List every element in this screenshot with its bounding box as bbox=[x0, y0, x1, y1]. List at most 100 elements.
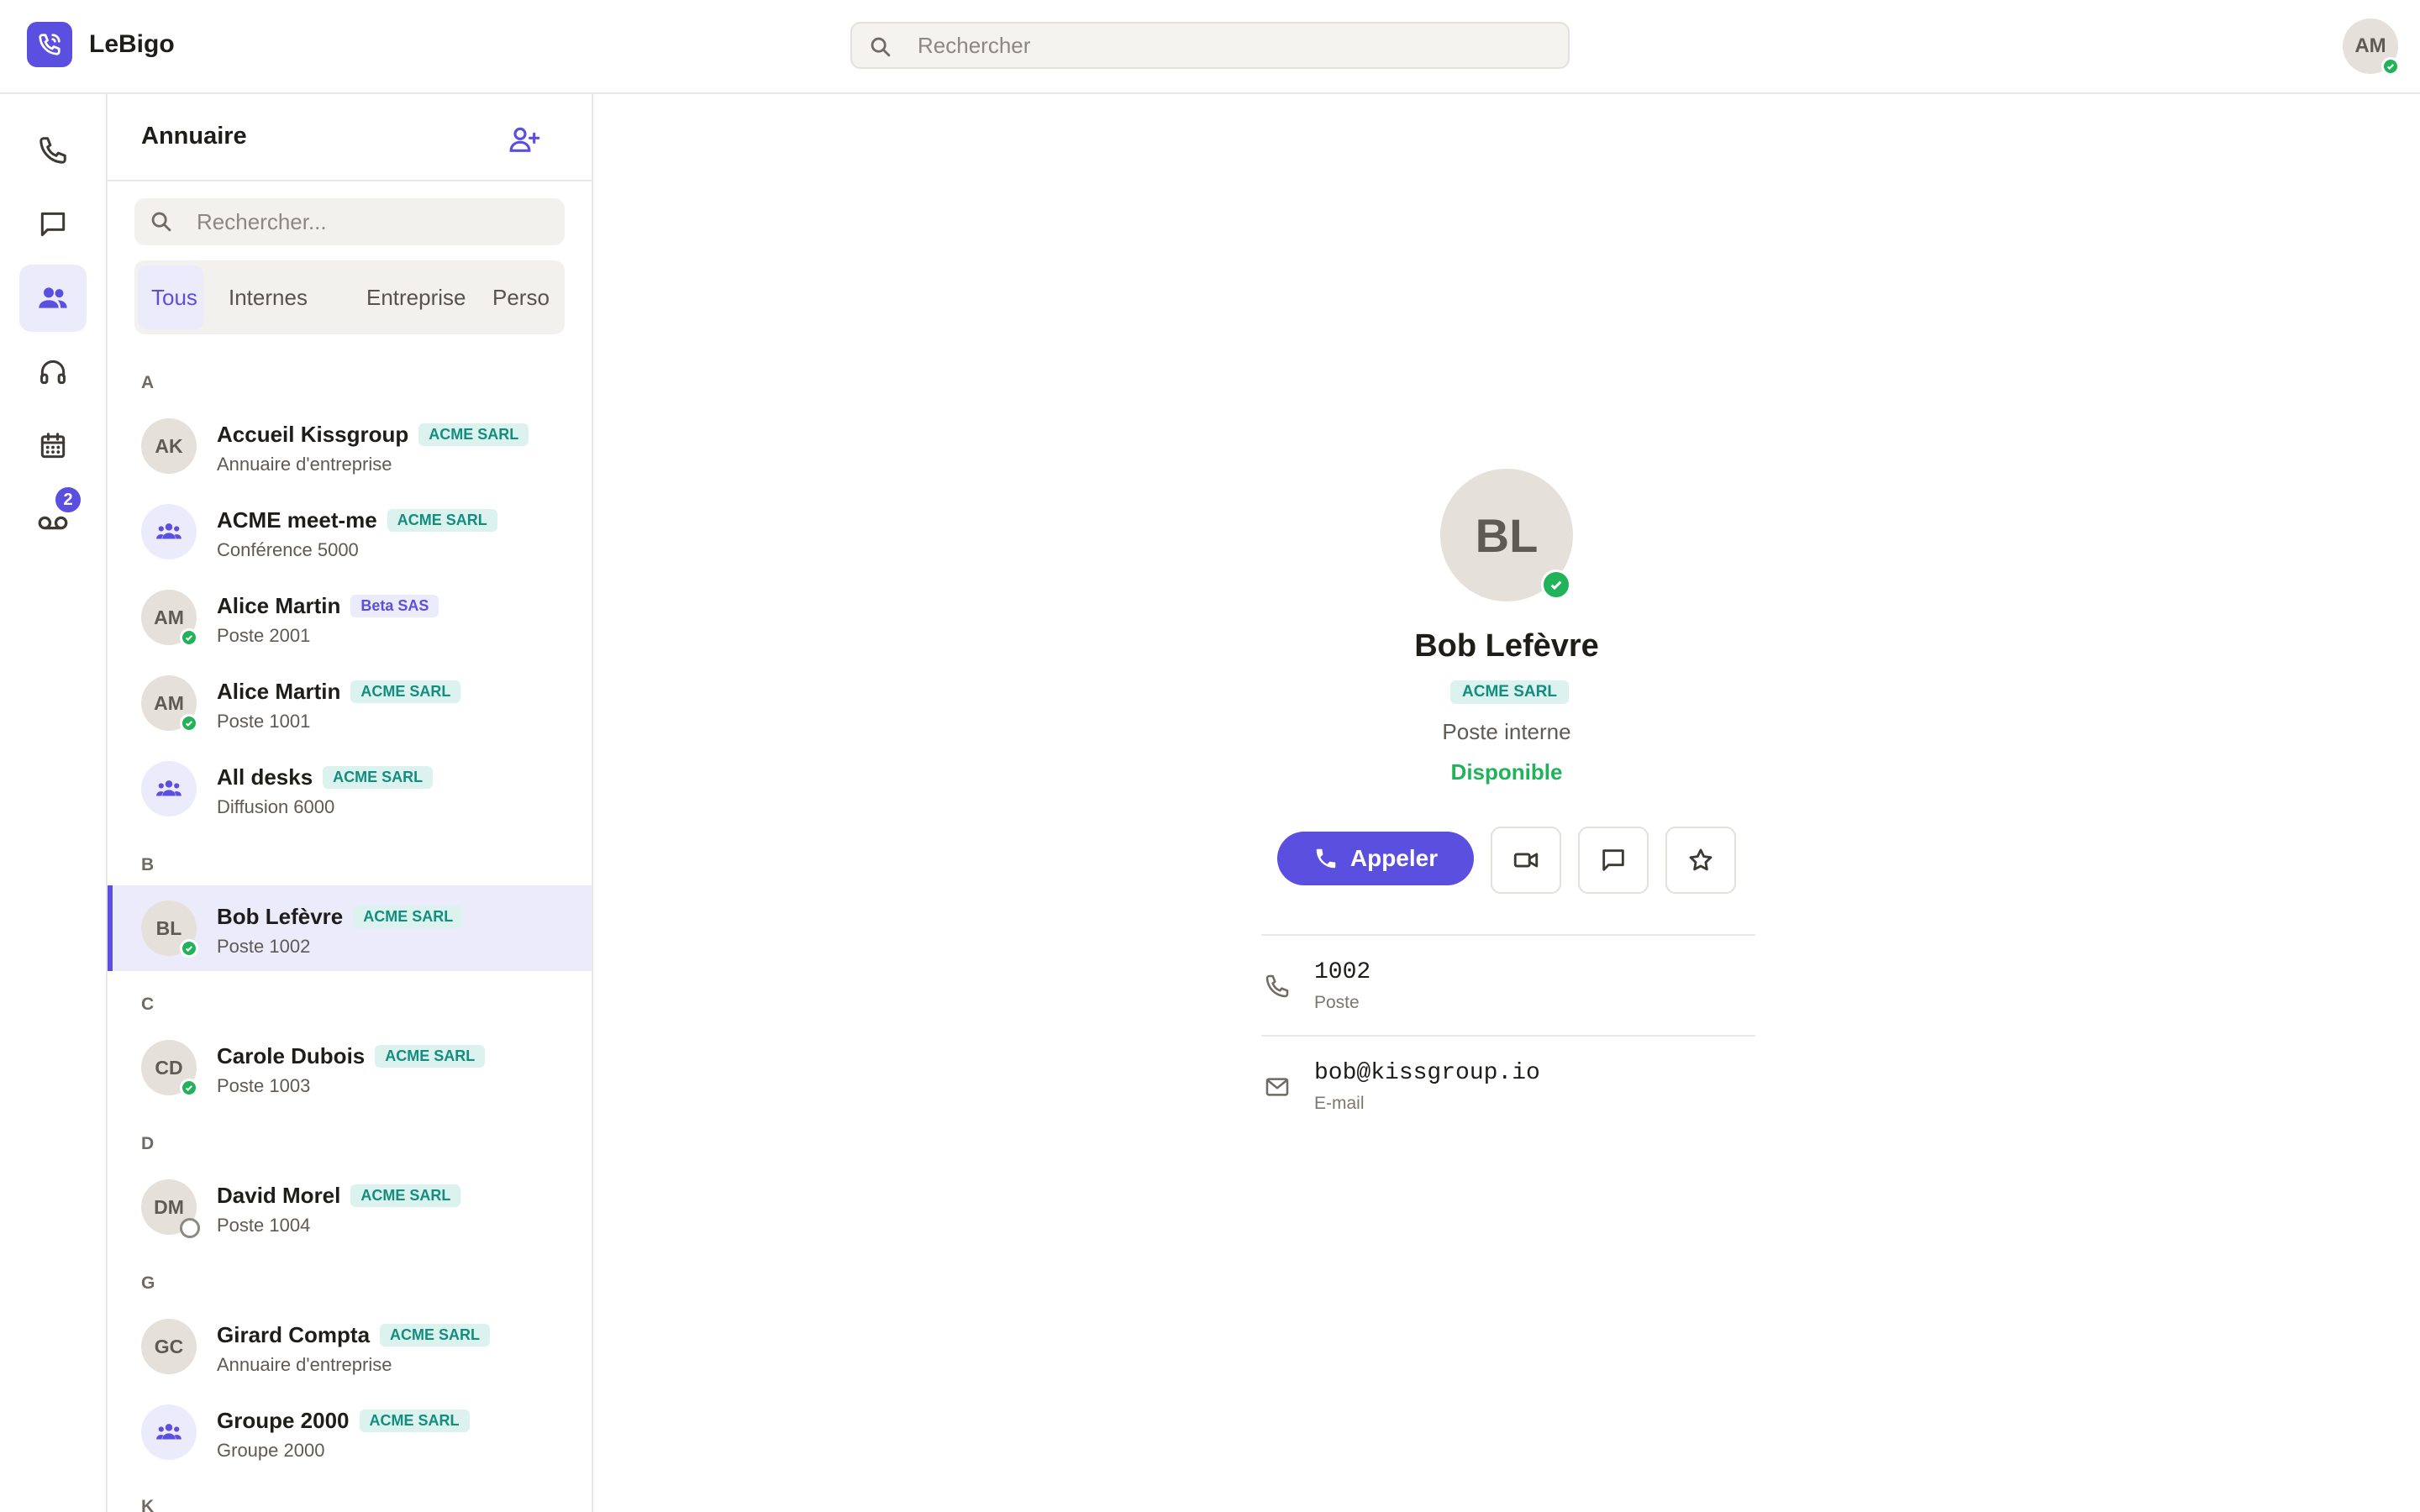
global-search[interactable] bbox=[850, 22, 1570, 69]
contact-row[interactable]: CD Carole Dubois ACME SARL Poste 1003 bbox=[108, 1025, 592, 1110]
tab-tous[interactable]: Tous bbox=[138, 265, 203, 329]
tab-entreprise[interactable]: Entreprise bbox=[353, 265, 480, 329]
detail-status: Disponible bbox=[1450, 759, 1563, 785]
check-icon bbox=[185, 635, 193, 641]
nav-rail: 2 bbox=[0, 94, 108, 1512]
detail-company-tag: ACME SARL bbox=[1450, 680, 1569, 704]
section-letter-a: A bbox=[141, 373, 155, 392]
check-icon bbox=[2386, 64, 2395, 70]
contact-row[interactable]: Groupe 2000 ACME SARL Groupe 2000 bbox=[108, 1389, 592, 1475]
avatar-initials: AM bbox=[154, 691, 184, 714]
company-tag: Beta SAS bbox=[350, 595, 439, 617]
rail-item-support[interactable] bbox=[19, 339, 87, 406]
contact-subtitle: Diffusion 6000 bbox=[217, 796, 335, 817]
tab-internes[interactable]: Internes bbox=[215, 265, 321, 329]
call-button[interactable]: Appeler bbox=[1277, 832, 1474, 885]
extension-value[interactable]: 1002 bbox=[1314, 959, 1370, 985]
directory-search[interactable] bbox=[134, 198, 565, 245]
directory-panel: Annuaire Tous Internes Entreprise Perso … bbox=[108, 94, 593, 1512]
contact-row[interactable]: AM Alice Martin Beta SAS Poste 2001 bbox=[108, 575, 592, 660]
contact-name: Accueil Kissgroup bbox=[217, 422, 409, 447]
contact-row[interactable]: AK Accueil Kissgroup ACME SARL Annuaire d… bbox=[108, 403, 592, 489]
group-icon bbox=[156, 1424, 182, 1440]
app-logo[interactable] bbox=[27, 22, 72, 67]
phone-logo-icon bbox=[39, 34, 60, 55]
user-avatar-initials: AM bbox=[2354, 34, 2386, 57]
divider bbox=[1261, 934, 1755, 936]
avatar: CD bbox=[141, 1040, 198, 1097]
company-tag: ACME SARL bbox=[418, 423, 529, 446]
avatar: AM bbox=[141, 675, 198, 732]
avatar-initials: BL bbox=[155, 916, 182, 939]
contact-row[interactable]: ACME meet-me ACME SARL Conférence 5000 bbox=[108, 489, 592, 575]
rail-item-contacts[interactable] bbox=[19, 265, 87, 332]
contact-subtitle: Poste 1001 bbox=[217, 711, 311, 732]
status-offline-dot bbox=[180, 1218, 200, 1238]
contact-row[interactable]: All desks ACME SARL Diffusion 6000 bbox=[108, 746, 592, 832]
phone-icon bbox=[1316, 848, 1336, 869]
check-icon bbox=[185, 1085, 193, 1091]
check-icon bbox=[185, 721, 193, 727]
contact-subtitle: Poste 1002 bbox=[217, 936, 311, 957]
status-online-dot bbox=[180, 939, 198, 958]
company-tag: ACME SARL bbox=[380, 1324, 491, 1347]
contact-subtitle: Poste 2001 bbox=[217, 625, 311, 646]
email-row-icon bbox=[1262, 1072, 1292, 1102]
message-button[interactable] bbox=[1578, 827, 1649, 894]
contact-row-selected[interactable]: BL Bob Lefèvre ACME SARL Poste 1002 bbox=[108, 885, 592, 971]
avatar bbox=[141, 504, 197, 559]
company-tag: ACME SARL bbox=[359, 1410, 470, 1432]
avatar: DM bbox=[141, 1179, 200, 1238]
contact-subtitle: Annuaire d'entreprise bbox=[217, 454, 392, 475]
star-icon bbox=[1689, 848, 1712, 871]
search-icon bbox=[871, 37, 891, 57]
filter-tabs: Tous Internes Entreprise Perso bbox=[134, 260, 565, 334]
extension-row-icon bbox=[1262, 971, 1292, 1001]
avatar-initials: DM bbox=[154, 1195, 184, 1218]
email-value[interactable]: bob@kissgroup.io bbox=[1314, 1060, 1540, 1086]
rail-item-calls[interactable] bbox=[19, 117, 87, 184]
avatar-initials: GC bbox=[154, 1335, 184, 1357]
contact-name: Alice Martin bbox=[217, 593, 341, 618]
section-letter-g: G bbox=[141, 1273, 155, 1293]
avatar-initials: CD bbox=[155, 1056, 183, 1079]
favorite-button[interactable] bbox=[1665, 827, 1736, 894]
contact-row[interactable]: GC Girard Compta ACME SARL Annuaire d'ent… bbox=[108, 1304, 592, 1389]
contact-name: Girard Compta bbox=[217, 1322, 371, 1347]
user-avatar[interactable]: AM bbox=[2343, 18, 2400, 76]
avatar bbox=[141, 761, 197, 816]
calendar-icon bbox=[40, 433, 66, 459]
section-letter-b: B bbox=[141, 855, 155, 874]
company-tag: ACME SARL bbox=[350, 680, 461, 703]
global-search-input[interactable] bbox=[918, 24, 1556, 67]
rail-item-calendar[interactable] bbox=[19, 412, 87, 480]
check-icon bbox=[185, 946, 193, 952]
video-call-button[interactable] bbox=[1491, 827, 1561, 894]
chat-icon bbox=[1602, 849, 1624, 871]
mail-icon bbox=[1265, 1078, 1289, 1096]
company-tag: ACME SARL bbox=[375, 1045, 486, 1068]
contact-row[interactable]: DM David Morel ACME SARL Poste 1004 bbox=[108, 1164, 592, 1250]
chat-icon bbox=[40, 212, 66, 237]
contact-name: All desks bbox=[217, 764, 313, 790]
contact-subtitle: Poste 1003 bbox=[217, 1075, 311, 1096]
rail-item-messages[interactable] bbox=[19, 191, 87, 258]
video-icon bbox=[1513, 853, 1539, 868]
extension-label: Poste bbox=[1314, 993, 1360, 1012]
directory-search-input[interactable] bbox=[197, 198, 550, 245]
detail-role: Poste interne bbox=[1442, 719, 1571, 744]
contact-row[interactable]: AM Alice Martin ACME SARL Poste 1001 bbox=[108, 660, 592, 746]
divider bbox=[1261, 1035, 1755, 1037]
group-icon bbox=[156, 523, 182, 539]
rail-item-voicemail[interactable]: 2 bbox=[19, 485, 87, 554]
tab-perso[interactable]: Perso bbox=[479, 265, 563, 329]
add-contact-button[interactable] bbox=[504, 119, 544, 160]
contact-detail: BL Bob Lefèvre ACME SARL Poste interne D… bbox=[593, 94, 2420, 1512]
contact-name: Groupe 2000 bbox=[217, 1408, 350, 1433]
contact-name: Carole Dubois bbox=[217, 1043, 366, 1068]
voicemail-badge: 2 bbox=[53, 485, 83, 515]
status-online-dot bbox=[180, 714, 198, 732]
contact-name: Alice Martin bbox=[217, 679, 341, 704]
phone-icon bbox=[1265, 974, 1289, 998]
phone-icon bbox=[39, 137, 66, 164]
